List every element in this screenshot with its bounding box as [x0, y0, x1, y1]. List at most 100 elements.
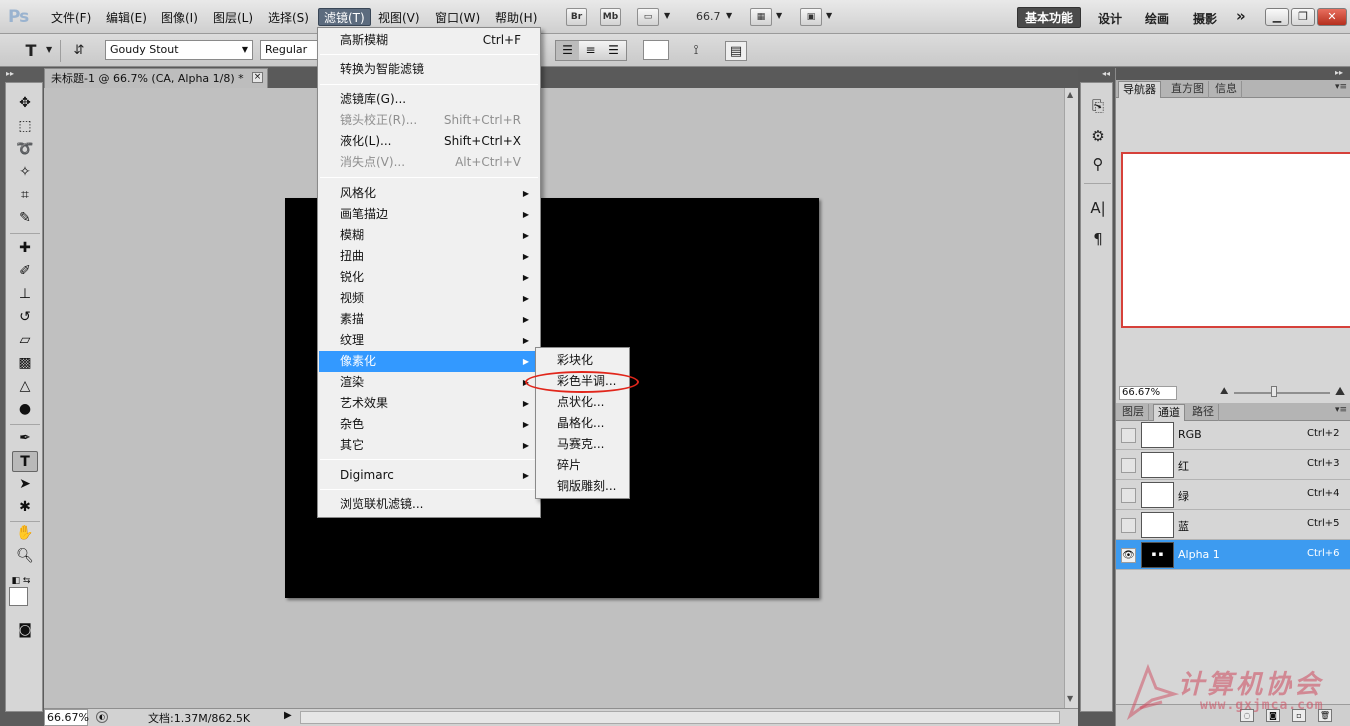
menu-layer[interactable]: 图层(L) — [208, 9, 258, 27]
collapse-panel-icon[interactable]: ▸▸ — [6, 69, 14, 78]
arrange-dropdown-icon[interactable]: ▼ — [776, 11, 782, 20]
menu-item-filter-gallery[interactable]: 滤镜库(G)... — [319, 89, 539, 110]
tab-channels[interactable]: 通道 — [1153, 404, 1185, 421]
submenu-item-fragment[interactable]: 碎片 — [537, 455, 628, 476]
submenu-item-mezzotint[interactable]: 铜版雕刻... — [537, 476, 628, 497]
adjustments-panel-icon[interactable]: ⚙ — [1087, 125, 1109, 147]
minimize-icon[interactable]: ▁ — [1265, 8, 1289, 26]
menu-item-noise[interactable]: 杂色 ▶ — [319, 414, 539, 435]
scroll-down-icon[interactable]: ▼ — [1067, 694, 1073, 703]
navigator-preview[interactable] — [1121, 152, 1350, 328]
visibility-toggle[interactable] — [1121, 488, 1136, 503]
menu-image[interactable]: 图像(I) — [156, 9, 203, 27]
visibility-toggle[interactable] — [1121, 458, 1136, 473]
paragraph-panel-icon[interactable]: ¶ — [1087, 228, 1109, 250]
navigator-zoom-field[interactable]: 66.67% — [1119, 386, 1177, 400]
zoom-in-icon[interactable]: ⛰ — [1335, 384, 1345, 399]
clone-stamp-tool-icon[interactable]: ⊥ — [12, 284, 38, 305]
character-paragraph-panel-icon[interactable]: ▤ — [725, 41, 747, 61]
font-family-select[interactable]: Goudy Stout ▼ — [105, 40, 253, 60]
brush-presets-panel-icon[interactable]: ⚲ — [1087, 153, 1109, 175]
workspace-design[interactable]: 设计 — [1098, 10, 1122, 27]
visibility-toggle[interactable] — [1121, 518, 1136, 533]
menu-file[interactable]: 文件(F) — [46, 9, 96, 27]
menu-item-texture[interactable]: 纹理 ▶ — [319, 330, 539, 351]
text-color-swatch[interactable] — [643, 40, 669, 60]
pen-tool-icon[interactable]: ✒ — [12, 428, 38, 449]
zoom-level[interactable]: 66.7 — [696, 10, 721, 23]
menu-item-brush-strokes[interactable]: 画笔描边 ▶ — [319, 204, 539, 225]
expand-panels-icon[interactable]: ◂◂ — [1102, 69, 1110, 78]
channel-row-blue[interactable]: 蓝 Ctrl+5 — [1116, 510, 1350, 540]
align-center-icon[interactable]: ≡ — [579, 41, 602, 60]
menu-item-blur[interactable]: 模糊 ▶ — [319, 225, 539, 246]
font-style-select[interactable]: Regular — [260, 40, 318, 60]
channel-row-alpha[interactable]: 👁︎ ▪ ▪ Alpha 1 Ctrl+6 — [1116, 540, 1350, 570]
tab-histogram[interactable]: 直方图 — [1167, 81, 1209, 98]
document-tab[interactable]: 未标题-1 @ 66.7% (CA, Alpha 1/8) * × — [44, 68, 268, 88]
status-zoom-field[interactable]: 66.67% — [44, 709, 89, 726]
menu-item-pixelate[interactable]: 像素化 ▶ — [319, 351, 539, 372]
menu-help[interactable]: 帮助(H) — [490, 9, 542, 27]
menu-select[interactable]: 选择(S) — [263, 9, 314, 27]
crop-tool-icon[interactable]: ⌗ — [12, 185, 38, 206]
move-tool-icon[interactable]: ✥ — [12, 93, 38, 114]
submenu-item-crystallize[interactable]: 晶格化... — [537, 413, 628, 434]
submenu-item-mosaic[interactable]: 马赛克... — [537, 434, 628, 455]
workspace-painting[interactable]: 绘画 — [1145, 10, 1169, 27]
zoom-out-icon[interactable]: ⛰ — [1220, 386, 1228, 397]
zoom-tool-icon[interactable]: 🔍︎ — [12, 546, 38, 567]
path-selection-tool-icon[interactable]: ➤ — [12, 474, 38, 495]
warp-text-icon[interactable]: ⟟ — [685, 41, 707, 61]
minibridge-button[interactable]: Mb — [600, 8, 621, 26]
screen-mode-dropdown-icon[interactable]: ▼ — [826, 11, 832, 20]
visibility-toggle[interactable] — [1121, 428, 1136, 443]
extras-dropdown-icon[interactable]: ▼ — [664, 11, 670, 20]
align-right-icon[interactable]: ☰ — [602, 41, 625, 60]
menu-item-browse-online[interactable]: 浏览联机滤镜... — [319, 494, 539, 515]
menu-item-sketch[interactable]: 素描 ▶ — [319, 309, 539, 330]
channel-row-red[interactable]: 红 Ctrl+3 — [1116, 450, 1350, 480]
menu-item-smart-filters[interactable]: 转换为智能滤镜 — [319, 59, 539, 80]
arrange-documents-icon[interactable]: ▦ — [750, 8, 772, 26]
tab-paths[interactable]: 路径 — [1188, 404, 1219, 421]
character-panel-icon[interactable]: A| — [1087, 197, 1109, 219]
history-brush-tool-icon[interactable]: ↺ — [12, 307, 38, 328]
navigator-zoom-slider[interactable] — [1234, 392, 1330, 394]
dodge-tool-icon[interactable]: ● — [12, 399, 38, 420]
panel-menu-icon[interactable]: ▾≡ — [1335, 405, 1347, 415]
menu-item-last-filter[interactable]: 高斯模糊 Ctrl+F — [319, 30, 539, 51]
vertical-scrollbar[interactable]: ▲ ▼ — [1064, 88, 1078, 708]
eraser-tool-icon[interactable]: ▱ — [12, 330, 38, 351]
zoom-dropdown-icon[interactable]: ▼ — [726, 11, 732, 20]
collapse-panel-icon[interactable]: ▸▸ — [1335, 68, 1343, 77]
more-workspaces-icon[interactable]: » — [1236, 7, 1246, 25]
history-panel-icon[interactable]: ⎘ — [1087, 95, 1109, 117]
close-icon[interactable]: × — [252, 72, 263, 83]
status-info-icon[interactable]: ◐ — [96, 711, 108, 723]
workspace-essentials-button[interactable]: 基本功能 — [1017, 7, 1081, 28]
menu-item-stylize[interactable]: 风格化 ▶ — [319, 183, 539, 204]
healing-brush-tool-icon[interactable]: ✚ — [12, 238, 38, 259]
extras-icon[interactable]: ▭ — [637, 8, 659, 26]
tab-info[interactable]: 信息 — [1211, 81, 1242, 98]
gradient-tool-icon[interactable]: ▩ — [12, 353, 38, 374]
submenu-item-facet[interactable]: 彩块化 — [537, 350, 628, 371]
menu-view[interactable]: 视图(V) — [373, 9, 425, 27]
scroll-up-icon[interactable]: ▲ — [1067, 90, 1073, 99]
toggle-text-orientation-icon[interactable]: ⇵ — [68, 41, 90, 61]
restore-icon[interactable]: ❐ — [1291, 8, 1315, 26]
type-tool-preset-icon[interactable]: T — [20, 41, 42, 61]
channel-row-green[interactable]: 绿 Ctrl+4 — [1116, 480, 1350, 510]
quick-mask-icon[interactable]: ◙ — [12, 620, 38, 641]
submenu-item-pointillize[interactable]: 点状化... — [537, 392, 628, 413]
tab-navigator[interactable]: 导航器 — [1118, 81, 1161, 98]
eyedropper-tool-icon[interactable]: ✎ — [12, 208, 38, 229]
panel-menu-icon[interactable]: ▾≡ — [1335, 82, 1347, 92]
menu-item-video[interactable]: 视频 ▶ — [319, 288, 539, 309]
menu-item-render[interactable]: 渲染 ▶ — [319, 372, 539, 393]
screen-mode-icon[interactable]: ▣ — [800, 8, 822, 26]
menu-window[interactable]: 窗口(W) — [430, 9, 485, 27]
menu-item-other[interactable]: 其它 ▶ — [319, 435, 539, 456]
marquee-tool-icon[interactable]: ⬚ — [12, 116, 38, 137]
